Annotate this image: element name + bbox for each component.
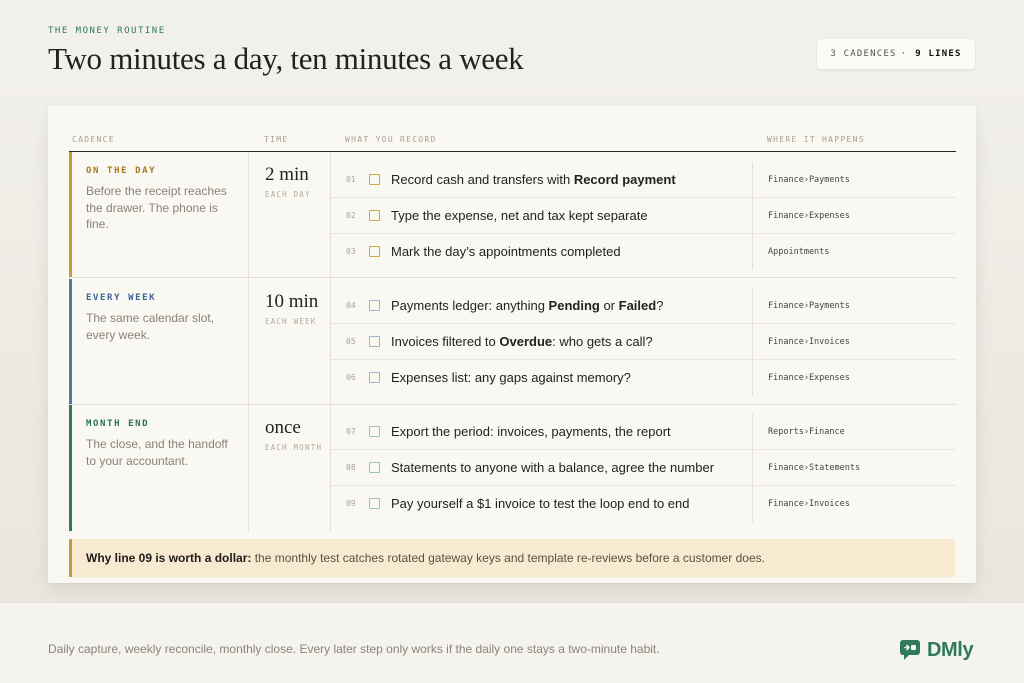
summary-badge: 3 CADENCES · 9 LINES [817, 39, 975, 69]
column-header-cadence: CADENCE [72, 135, 115, 144]
task-text: Statements to anyone with a balance, agr… [391, 460, 715, 475]
task-location: Appointments [768, 247, 830, 257]
task-row: 04 Payments ledger: anything Pending or … [331, 288, 956, 324]
column-divider [248, 152, 249, 278]
task-location: Reports›Finance [768, 427, 845, 437]
section-description: Before the receipt reaches the drawer. T… [86, 184, 227, 231]
column-divider [752, 162, 753, 198]
column-header-where: WHERE IT HAPPENS [767, 135, 865, 144]
task-number: 03 [346, 247, 356, 256]
task-location: Finance›Expenses [768, 211, 850, 221]
column-divider [752, 486, 753, 522]
column-divider [752, 450, 753, 486]
task-text: Record cash and transfers with Record pa… [391, 172, 676, 187]
task-text: Expenses list: any gaps against memory? [391, 370, 631, 385]
task-location: Finance›Invoices [768, 499, 850, 509]
task-number: 06 [346, 373, 356, 382]
section-time: once [265, 417, 301, 438]
section-name: ON THE DAY [86, 166, 157, 176]
task-checkbox[interactable] [369, 300, 380, 311]
callout-body: the monthly test catches rotated gateway… [251, 551, 765, 565]
task-number: 04 [346, 301, 356, 310]
task-checkbox[interactable] [369, 246, 380, 257]
task-number: 09 [346, 499, 356, 508]
task-text: Payments ledger: anything Pending or Fai… [391, 298, 664, 313]
task-text: Export the period: invoices, payments, t… [391, 424, 671, 439]
task-checkbox[interactable] [369, 426, 380, 437]
column-divider [752, 234, 753, 270]
task-location: Finance›Expenses [768, 373, 850, 383]
column-divider [752, 414, 753, 450]
column-header-time: TIME [264, 135, 289, 144]
section-accent-bar [69, 405, 72, 531]
task-row: 07 Export the period: invoices, payments… [331, 414, 956, 450]
page-title: Two minutes a day, ten minutes a week [48, 41, 524, 76]
badge-cadences: 3 CADENCES [830, 49, 897, 59]
section-month-end: MONTH END The close, and the handoff to … [69, 405, 956, 531]
task-text: Pay yourself a $1 invoice to test the lo… [391, 496, 690, 511]
brand-wordmark: DMly [927, 638, 974, 661]
task-location: Finance›Payments [768, 301, 850, 311]
callout-note: Why line 09 is worth a dollar: the month… [69, 539, 955, 577]
task-number: 05 [346, 337, 356, 346]
task-checkbox[interactable] [369, 498, 380, 509]
column-divider [752, 288, 753, 324]
column-header-what: WHAT YOU RECORD [345, 135, 437, 144]
section-accent-bar [69, 279, 72, 405]
task-number: 01 [346, 175, 356, 184]
task-number: 07 [346, 427, 356, 436]
task-number: 08 [346, 463, 356, 472]
task-checkbox[interactable] [369, 372, 380, 383]
chat-logo-icon [900, 640, 920, 660]
column-divider [752, 198, 753, 234]
section-time: 10 min [265, 291, 319, 312]
task-row: 08 Statements to anyone with a balance, … [331, 450, 956, 486]
task-row: 09 Pay yourself a $1 invoice to test the… [331, 486, 956, 522]
badge-lines: 9 LINES [915, 49, 962, 59]
column-divider [752, 324, 753, 360]
column-divider [248, 279, 249, 405]
task-text: Type the expense, net and tax kept separ… [391, 208, 648, 223]
task-location: Finance›Statements [768, 463, 861, 473]
section-description: The same calendar slot, every week. [86, 311, 215, 342]
eyebrow-label: THE MONEY ROUTINE [48, 26, 166, 36]
section-time-sub: EACH MONTH [265, 443, 323, 452]
task-text: Mark the day’s appointments completed [391, 244, 621, 259]
section-accent-bar [69, 152, 72, 278]
task-location: Finance›Payments [768, 175, 850, 185]
task-checkbox[interactable] [369, 174, 380, 185]
section-time-sub: EACH DAY [265, 190, 311, 199]
brand-logo[interactable]: DMly [899, 637, 974, 663]
task-row: 03 Mark the day’s appointments completed… [331, 234, 956, 270]
section-time-sub: EACH WEEK [265, 317, 317, 326]
footer-text: Daily capture, weekly reconcile, monthly… [48, 642, 660, 656]
callout-lead: Why line 09 is worth a dollar: [86, 551, 252, 565]
task-row: 02 Type the expense, net and tax kept se… [331, 198, 956, 234]
task-checkbox[interactable] [369, 210, 380, 221]
section-every-week: EVERY WEEK The same calendar slot, every… [69, 279, 956, 405]
task-row: 05 Invoices filtered to Overdue: who get… [331, 324, 956, 360]
section-time: 2 min [265, 164, 309, 185]
section-name: EVERY WEEK [86, 293, 157, 303]
section-divider [69, 277, 956, 278]
section-name: MONTH END [86, 419, 150, 429]
task-location: Finance›Invoices [768, 337, 850, 347]
task-checkbox[interactable] [369, 462, 380, 473]
task-row: 06 Expenses list: any gaps against memor… [331, 360, 956, 396]
task-row: 01 Record cash and transfers with Record… [331, 162, 956, 198]
section-description: The close, and the handoff to your accou… [86, 437, 228, 468]
column-divider [248, 405, 249, 531]
task-number: 02 [346, 211, 356, 220]
column-divider [752, 360, 753, 396]
badge-separator: · [900, 49, 908, 59]
section-on-the-day: ON THE DAY Before the receipt reaches th… [69, 152, 956, 278]
task-text: Invoices filtered to Overdue: who gets a… [391, 334, 653, 349]
routine-card: CADENCE TIME WHAT YOU RECORD WHERE IT HA… [48, 106, 976, 583]
task-checkbox[interactable] [369, 336, 380, 347]
